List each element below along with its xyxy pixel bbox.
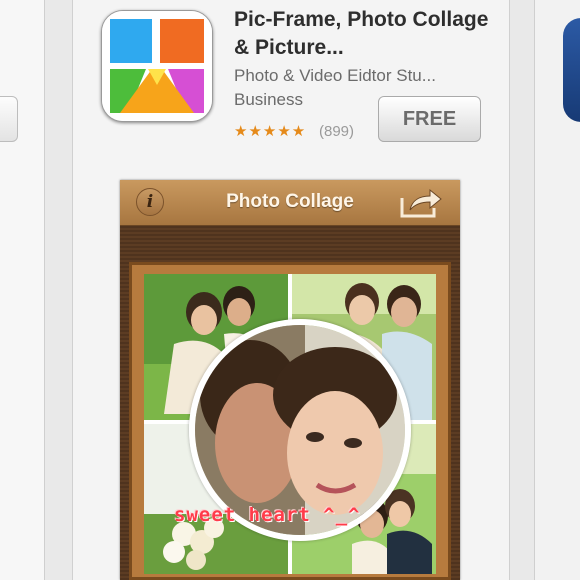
- next-app-icon[interactable]: [563, 18, 580, 122]
- app-title[interactable]: Pic-Frame, Photo Collage & Picture...: [234, 6, 494, 62]
- photo-collage-grid: sweet heart ^_^: [144, 274, 436, 574]
- previous-app-price-button[interactable]: [0, 96, 18, 142]
- preview-toolbar: i Photo Collage: [120, 180, 460, 226]
- star-rating: ★★★★★: [234, 123, 307, 140]
- collage-caption: sweet heart ^_^: [174, 504, 361, 526]
- app-screenshot[interactable]: i Photo Collage sweet heart ^_^: [120, 180, 460, 580]
- app-card: Pic-Frame, Photo Collage & Picture... Ph…: [72, 0, 510, 580]
- rating-count: (899): [319, 123, 355, 140]
- app-category: Business: [234, 90, 303, 109]
- share-arrow-icon: [398, 186, 444, 220]
- photo-frame: sweet heart ^_^: [129, 262, 451, 580]
- next-app-card[interactable]: [534, 0, 580, 580]
- collage-app-icon[interactable]: [101, 10, 213, 122]
- app-developer[interactable]: Photo & Video Eidtor Stu...: [234, 66, 484, 86]
- previous-app-card[interactable]: [0, 0, 45, 580]
- get-free-button[interactable]: FREE: [378, 96, 481, 142]
